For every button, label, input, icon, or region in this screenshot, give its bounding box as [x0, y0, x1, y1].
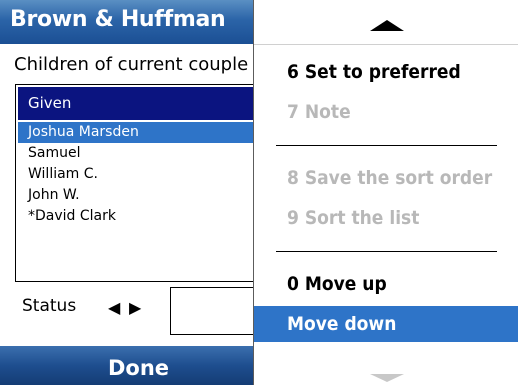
context-menu: 6 Set to preferred 7 Note 8 Save the sor… [253, 0, 518, 385]
status-next-icon[interactable]: ▶ [129, 298, 141, 317]
app-title: Brown & Huffman [10, 7, 226, 32]
list-item[interactable]: *David Clark [18, 206, 264, 227]
menu-divider [276, 251, 497, 252]
menu-item-note: 7 Note [287, 101, 351, 123]
list-item[interactable]: Joshua Marsden [18, 122, 264, 143]
form-subtitle: Children of current couple [14, 54, 249, 75]
list-item[interactable]: John W. [18, 185, 264, 206]
menu-item-save-sort-order: 8 Save the sort order [287, 167, 493, 189]
menu-divider [276, 145, 497, 146]
children-list[interactable]: Given Joshua Marsden Samuel William C. J… [15, 84, 265, 282]
menu-item-sort-list: 9 Sort the list [287, 207, 420, 229]
done-softkey[interactable]: Done [108, 356, 169, 380]
menu-item-set-to-preferred[interactable]: 6 Set to preferred [254, 54, 518, 90]
list-column-header[interactable]: Given [18, 87, 264, 120]
list-item[interactable]: William C. [18, 164, 264, 185]
status-prev-icon[interactable]: ◀ [108, 298, 120, 317]
scroll-up-icon[interactable] [370, 20, 404, 31]
menu-item-move-up[interactable]: 0 Move up [254, 266, 518, 302]
scroll-down-icon[interactable] [370, 374, 404, 382]
status-label: Status [22, 296, 77, 316]
menu-item-move-down[interactable]: Move down [254, 306, 518, 342]
menu-top-separator [254, 44, 518, 45]
list-item[interactable]: Samuel [18, 143, 264, 164]
